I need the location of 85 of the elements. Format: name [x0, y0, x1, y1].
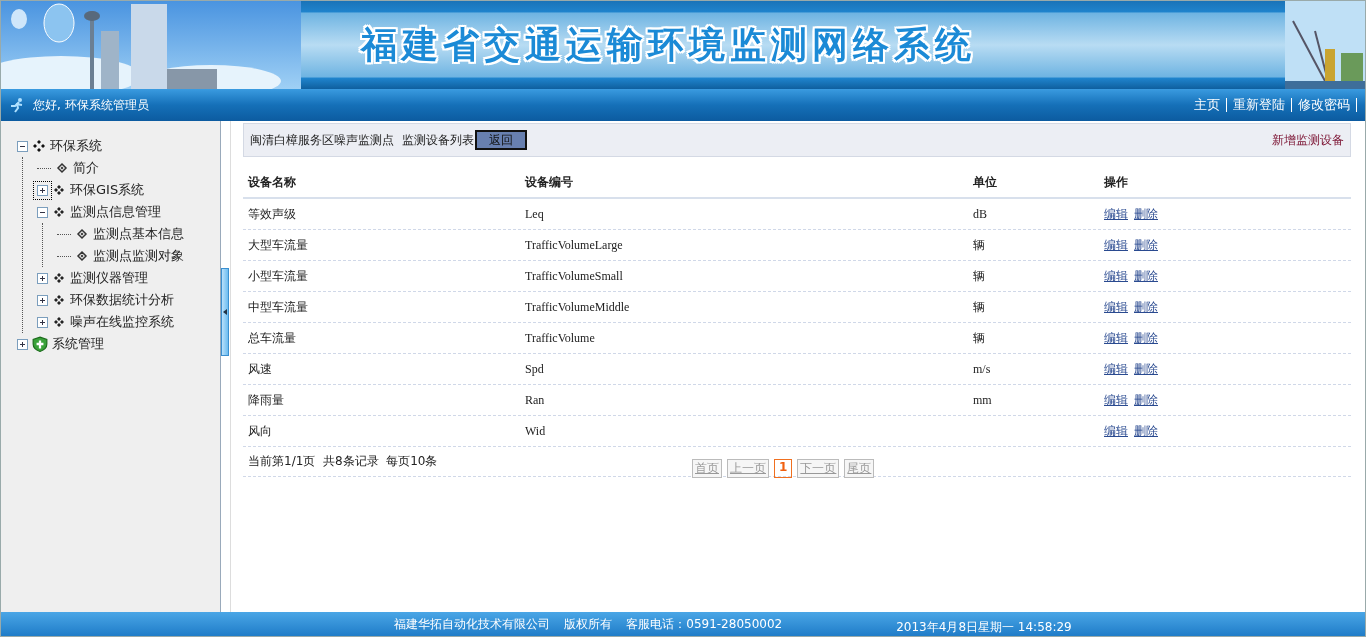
tree-item[interactable]: 简介 — [73, 159, 99, 177]
table-cell-text: 辆 — [973, 329, 986, 347]
edit-link[interactable]: 编辑 — [1104, 236, 1128, 254]
edit-link[interactable]: 编辑 — [1104, 391, 1128, 409]
tree-item[interactable]: 监测仪器管理 — [70, 269, 148, 287]
datetime-text: 2013年4月8日星期一 14:58:29 — [896, 618, 1072, 636]
tree-item[interactable]: 监测点信息管理 — [70, 203, 161, 221]
diamond-icon — [55, 161, 69, 175]
collapse-toggle[interactable] — [37, 206, 48, 218]
table-cell-text: 风向 — [248, 422, 273, 440]
collapse-arrow-icon — [223, 308, 227, 315]
table-cell-text: 中型车流量 — [248, 298, 309, 316]
table-cell-text: Spd — [525, 361, 545, 377]
delete-link[interactable]: 删除 — [1134, 329, 1158, 347]
delete-link[interactable]: 删除 — [1134, 422, 1158, 440]
tree-item[interactable]: 监测点监测对象 — [93, 247, 184, 265]
copyright-text: 版权所有 — [564, 615, 613, 633]
shield-icon — [32, 336, 48, 352]
tree-item[interactable]: 环保数据统计分析 — [70, 291, 174, 309]
four-diamond-icon — [32, 139, 46, 153]
table-cell-text: dB — [973, 206, 988, 222]
table-cell-text: Ran — [525, 392, 546, 408]
diamond-icon — [75, 249, 89, 263]
runner-icon — [9, 97, 25, 113]
delete-link[interactable]: 删除 — [1134, 360, 1158, 378]
tree-item[interactable]: 监测点基本信息 — [93, 225, 184, 243]
column-header: 设备编号 — [525, 173, 574, 191]
table-cell-text: 辆 — [973, 267, 986, 285]
table-cell-text: Wid — [525, 423, 547, 439]
table-cell-text: mm — [973, 392, 993, 408]
expand-toggle[interactable] — [37, 272, 48, 284]
tree-item[interactable]: 环保系统 — [50, 137, 102, 155]
tree-item[interactable]: 环保GIS系统 — [70, 181, 145, 199]
breadcrumb-text: 闽清白樟服务区噪声监测点 监测设备列表 — [250, 131, 474, 149]
delete-link[interactable]: 删除 — [1134, 391, 1158, 409]
table-cell-text: 风速 — [248, 360, 273, 378]
nav-link[interactable]: 修改密码 — [1298, 96, 1350, 114]
table-cell-text: 降雨量 — [248, 391, 285, 409]
nav-link[interactable]: 主页 — [1194, 96, 1220, 114]
collapse-handle[interactable] — [221, 267, 229, 356]
table-cell-text: 总车流量 — [248, 329, 297, 347]
table-cell-text: TrafficVolumeMiddle — [525, 299, 631, 315]
company-text: 福建华拓自动化技术有限公司 — [394, 615, 551, 633]
column-header: 操作 — [1104, 173, 1129, 191]
greeting-text: 您好, 环保系统管理员 — [33, 96, 149, 114]
expand-toggle[interactable] — [17, 338, 28, 350]
table-cell-text: 小型车流量 — [248, 267, 309, 285]
edit-link[interactable]: 编辑 — [1104, 422, 1128, 440]
phone-text: 客服电话：0591-28050002 — [626, 615, 783, 633]
table-cell-text: 大型车流量 — [248, 236, 309, 254]
delete-link[interactable]: 删除 — [1134, 205, 1158, 223]
column-header: 设备名称 — [248, 173, 297, 191]
delete-link[interactable]: 删除 — [1134, 267, 1158, 285]
table-cell-text: TrafficVolumeLarge — [525, 237, 624, 253]
add-device-link[interactable]: 新增监测设备 — [1272, 131, 1344, 149]
nav-link[interactable]: 重新登陆 — [1233, 96, 1285, 114]
table-cell-text: m/s — [973, 361, 992, 377]
diamond-cluster-icon — [52, 315, 66, 329]
column-header: 单位 — [973, 173, 998, 191]
expand-toggle[interactable] — [37, 294, 48, 306]
expand-toggle[interactable] — [37, 316, 48, 328]
edit-link[interactable]: 编辑 — [1104, 360, 1128, 378]
diamond-cluster-icon — [52, 205, 66, 219]
diamond-cluster-icon — [52, 271, 66, 285]
edit-link[interactable]: 编辑 — [1104, 205, 1128, 223]
table-cell-text: 辆 — [973, 298, 986, 316]
diamond-cluster-icon — [52, 293, 66, 307]
edit-link[interactable]: 编辑 — [1104, 267, 1128, 285]
delete-link[interactable]: 删除 — [1134, 298, 1158, 316]
edit-link[interactable]: 编辑 — [1104, 329, 1128, 347]
collapse-toggle[interactable] — [17, 140, 28, 152]
table-cell-text: TrafficVolumeSmall — [525, 268, 624, 284]
delete-link[interactable]: 删除 — [1134, 236, 1158, 254]
tree-item[interactable]: 系统管理 — [52, 335, 104, 353]
system-title: 福建省交通运输环境监测网络系统 — [361, 21, 976, 67]
edit-link[interactable]: 编辑 — [1104, 298, 1128, 316]
page-summary-text: 当前第1/1页 共8条记录 每页10条 — [248, 453, 439, 470]
table-cell-text: TrafficVolume — [525, 330, 596, 346]
tree-item[interactable]: 噪声在线监控系统 — [70, 313, 174, 331]
table-cell-text: 等效声级 — [248, 205, 297, 223]
table-cell-text: Leq — [525, 206, 545, 222]
table-cell-text: 辆 — [973, 236, 986, 254]
diamond-cluster-icon — [52, 183, 66, 197]
diamond-icon — [75, 227, 89, 241]
back-button[interactable]: 返回 — [474, 130, 527, 150]
